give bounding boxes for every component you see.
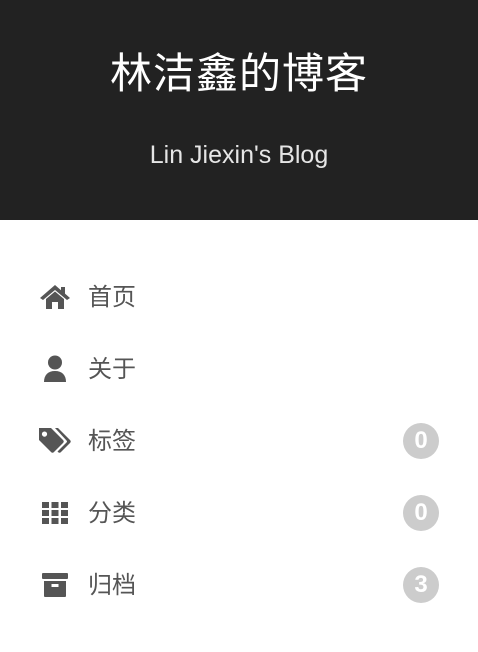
grid-icon	[38, 497, 72, 529]
site-title[interactable]: 林洁鑫的博客	[0, 44, 478, 104]
menu-label-about: 关于	[88, 355, 136, 383]
menu-label-tags: 标签	[88, 427, 136, 455]
archives-count-badge: 3	[403, 567, 439, 603]
menu-item-about[interactable]: 关于	[0, 333, 478, 405]
tags-icon	[38, 425, 72, 457]
tags-count-badge: 0	[403, 423, 439, 459]
menu-label-home: 首页	[88, 283, 136, 311]
menu-item-home[interactable]: 首页	[0, 261, 478, 333]
site-nav-menu: 首页 关于 标签 0 分类 0 归档 3	[0, 220, 478, 652]
site-header: 林洁鑫的博客 Lin Jiexin's Blog	[0, 0, 478, 220]
site-subtitle: Lin Jiexin's Blog	[149, 141, 329, 169]
user-icon	[38, 353, 72, 385]
menu-label-categories: 分类	[88, 499, 136, 527]
menu-item-archives[interactable]: 归档 3	[0, 549, 478, 621]
menu-label-archives: 归档	[88, 571, 136, 599]
archive-icon	[38, 569, 72, 601]
menu-item-tags[interactable]: 标签 0	[0, 405, 478, 477]
menu-item-categories[interactable]: 分类 0	[0, 477, 478, 549]
home-icon	[38, 281, 72, 313]
categories-count-badge: 0	[403, 495, 439, 531]
